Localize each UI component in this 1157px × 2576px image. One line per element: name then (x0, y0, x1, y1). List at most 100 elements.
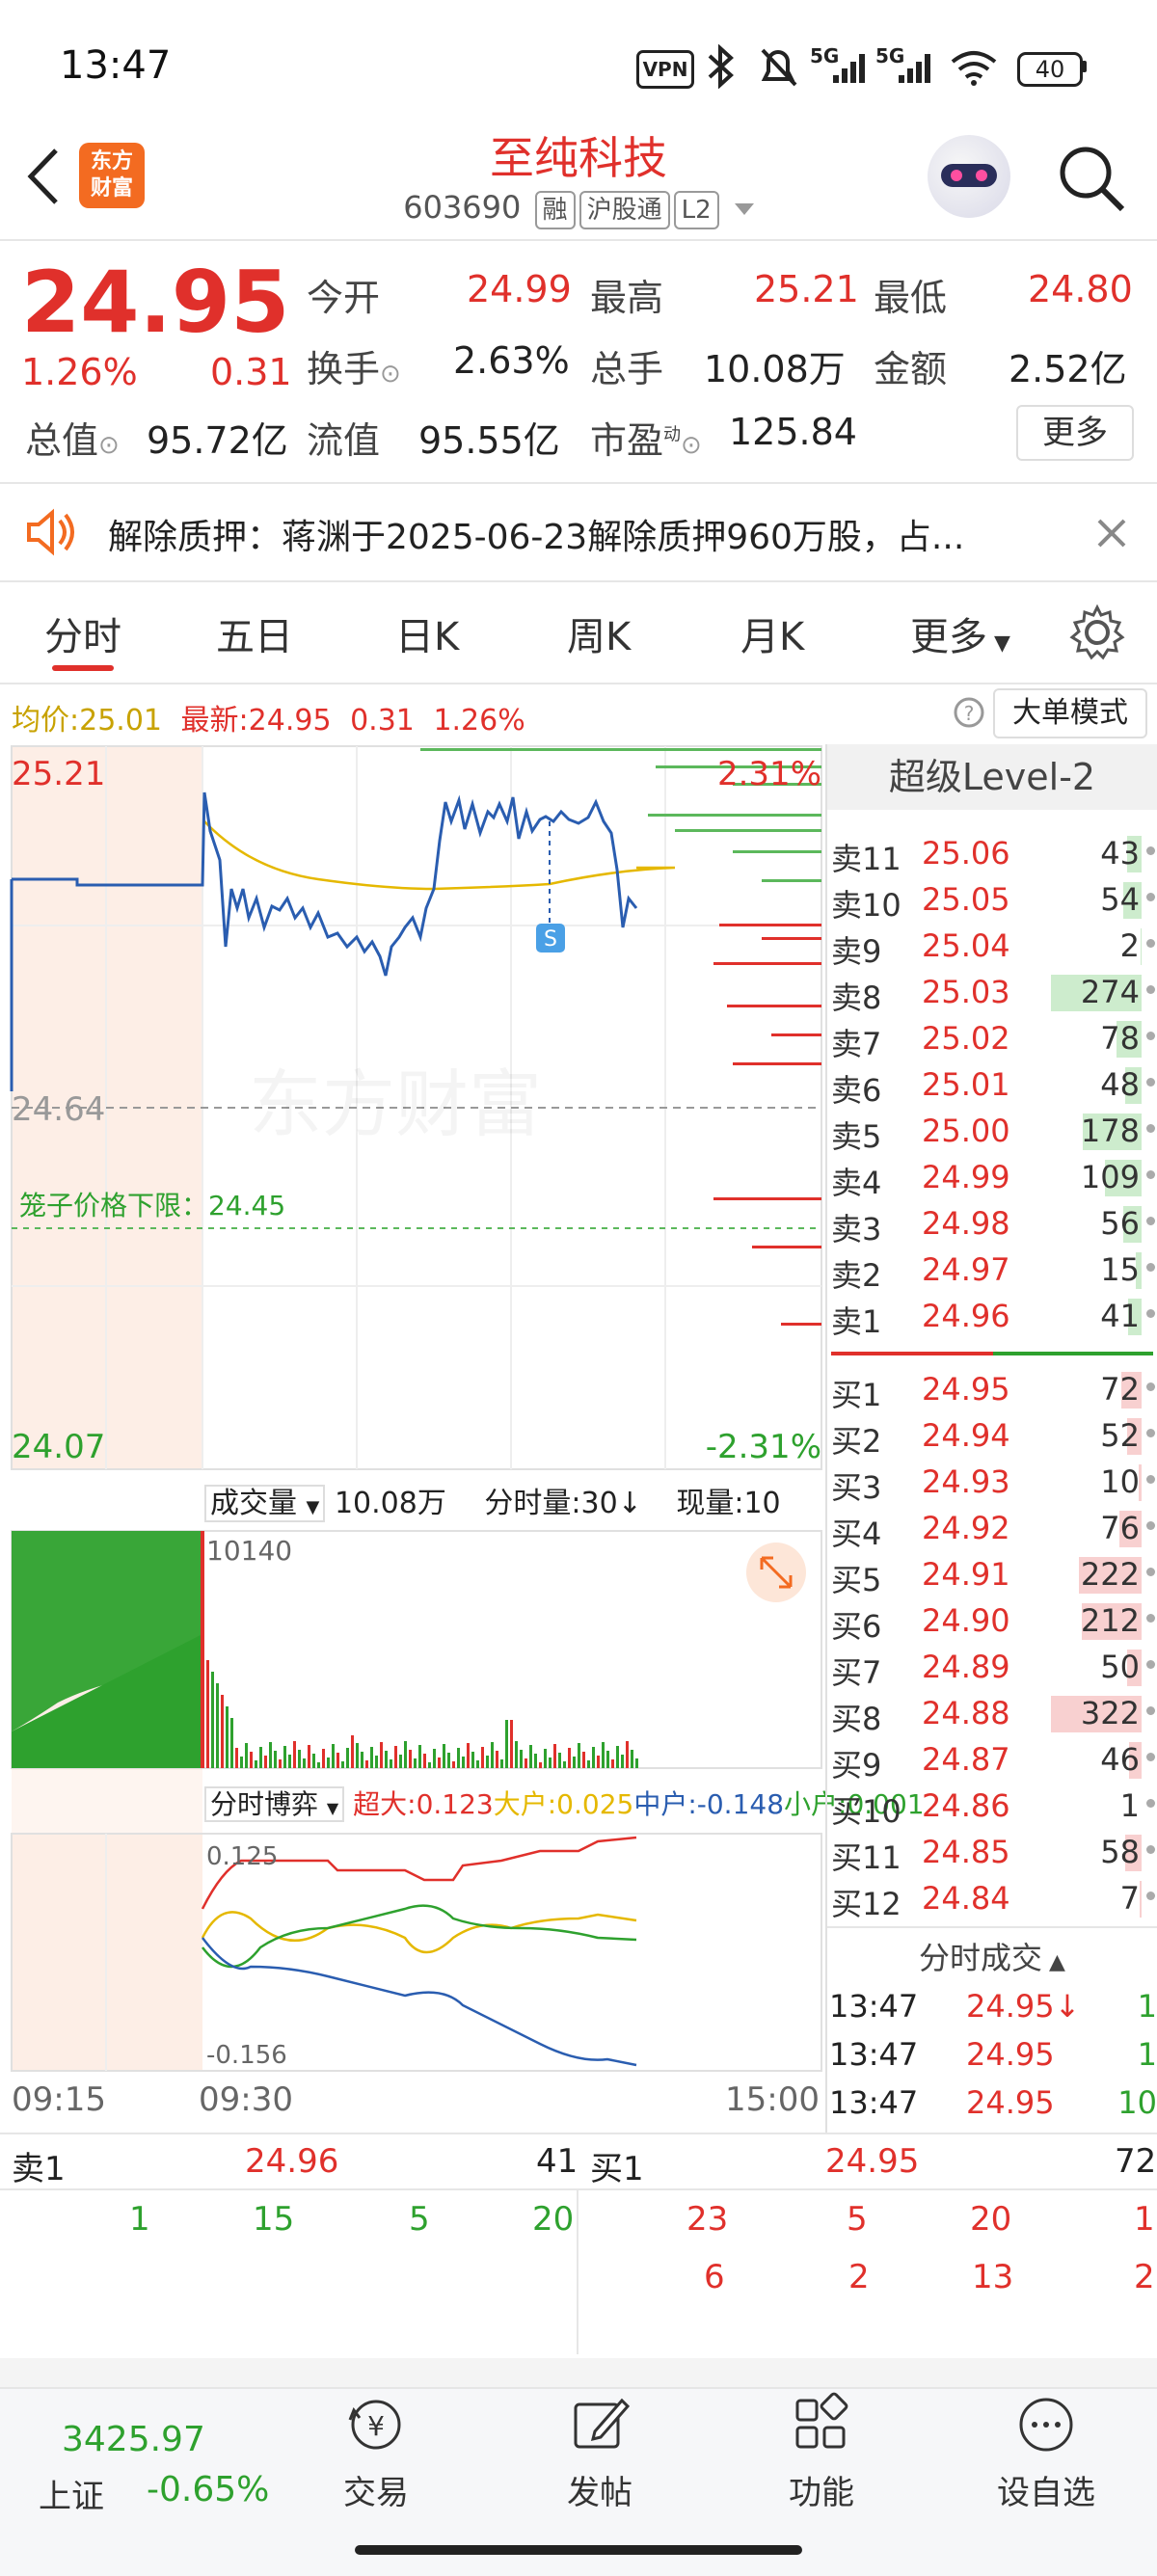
pct-top-label: 2.31% (717, 755, 821, 793)
dot-icon (1146, 985, 1155, 994)
info-icon: ⊙ (98, 431, 120, 460)
volume-bar (602, 1742, 605, 1768)
trades-title[interactable]: 分时成交 ▲ (827, 1934, 1157, 1978)
bluetooth-icon (708, 44, 734, 89)
sell-row: 卖8 25.03 274 (827, 970, 1157, 1016)
notice-bar[interactable]: 解除质押：蒋渊于2025-06-23解除质押960万股，占... (0, 484, 1157, 580)
sell-price: 25.04 (922, 927, 1010, 964)
close-icon[interactable] (1095, 517, 1128, 550)
function-button[interactable]: 功能 (773, 2391, 870, 2513)
tab-intraday[interactable]: 分时 (44, 605, 121, 661)
sell-price: 25.01 (922, 1066, 1010, 1103)
trade-button[interactable]: ¥ 交易 (328, 2391, 424, 2513)
volume-bar (563, 1761, 566, 1768)
add-watchlist-button[interactable]: 设自选 (983, 2391, 1109, 2513)
svg-text:?: ? (964, 702, 975, 725)
volume-bar (322, 1749, 325, 1768)
level2-title[interactable]: 超级Level-2 (827, 744, 1157, 810)
volume-bar (370, 1747, 373, 1768)
buy-volume: 52 (1100, 1417, 1140, 1454)
l1-sell-label: 卖1 (12, 2150, 66, 2188)
volume-dropdown[interactable]: 成交量 ▼ (204, 1485, 326, 1522)
amount-label: 金额 (874, 348, 948, 390)
volume-bar (568, 1748, 571, 1768)
dot-icon (1146, 1032, 1155, 1040)
trade-time: 13:47 (829, 2084, 919, 2121)
dot-icon (1146, 1892, 1155, 1900)
volume-bar (592, 1747, 595, 1768)
svg-text:S: S (544, 927, 557, 952)
gear-icon[interactable] (1068, 604, 1126, 661)
tab-more[interactable]: 更多 ▼ (910, 605, 1010, 661)
volume-bar (418, 1745, 421, 1768)
dot-icon (1146, 1799, 1155, 1808)
help-icon[interactable]: ? (953, 696, 985, 729)
battery-icon: 40 (1017, 52, 1083, 87)
trade-price: 24.95 (966, 2036, 1055, 2073)
dot-icon (1146, 1660, 1155, 1669)
sell-volume: 54 (1100, 881, 1140, 918)
sell-label: 卖7 (831, 1026, 882, 1062)
volume-bar (597, 1756, 600, 1768)
buy-price: 24.87 (922, 1741, 1010, 1778)
volume-bar (390, 1759, 392, 1768)
volume-bar (626, 1741, 629, 1768)
sell-volume: 48 (1100, 1066, 1140, 1103)
index-change: -0.65% (147, 2470, 270, 2509)
volume-value: 10.08万 (704, 348, 846, 390)
trade-row: 13:47 24.95 1 (827, 2032, 1157, 2079)
volume-bar (221, 1695, 224, 1768)
function-icon (795, 2392, 848, 2449)
dot-icon (1146, 1614, 1155, 1623)
sell-queue-item: 5 (409, 2200, 430, 2239)
y-bottom-label: 24.07 (12, 1428, 105, 1466)
volume-bar (496, 1751, 498, 1768)
big-order-mode-button[interactable]: 大单模式 (993, 688, 1147, 738)
turnover-value: 2.63% (453, 339, 570, 382)
tab-daily[interactable]: 日K (395, 605, 459, 661)
robot-assistant-icon[interactable] (928, 135, 1010, 218)
volume-bar (293, 1741, 296, 1768)
dot-icon (1146, 1263, 1155, 1272)
more-button[interactable]: 更多 (1016, 405, 1134, 461)
volume-bar (471, 1752, 474, 1768)
buy-row: 买5 24.91 222 (827, 1552, 1157, 1598)
sell-row: 卖2 24.97 15 (827, 1248, 1157, 1294)
buy-volume: 222 (1080, 1556, 1140, 1593)
trade-row: 13:47 24.95↓ 1 (827, 1984, 1157, 2030)
buy-label: 买11 (831, 1839, 901, 1876)
volume-bar (346, 1748, 349, 1768)
volume-bar (317, 1762, 320, 1768)
volume-bar (553, 1744, 556, 1768)
chevron-down-icon (734, 203, 754, 215)
sell-price: 24.96 (922, 1298, 1010, 1334)
volume-bar (399, 1755, 402, 1768)
index-value[interactable]: 3425.97 (62, 2420, 205, 2459)
trade-volume: 10 (1117, 2084, 1157, 2121)
volume-bar (573, 1757, 576, 1768)
flow-dropdown[interactable]: 分时博弈 ▼ (204, 1786, 345, 1822)
amount-value: 2.52亿 (1009, 348, 1127, 390)
sell-label: 卖11 (831, 841, 901, 877)
tab-monthly[interactable]: 月K (740, 605, 804, 661)
volume-bar (274, 1751, 277, 1768)
open-value: 24.99 (467, 268, 572, 310)
dot-icon (1146, 1429, 1155, 1437)
turnover-label: 换手⊙ (307, 348, 401, 390)
sell-queue-item: 15 (253, 2200, 295, 2239)
search-icon[interactable] (1053, 140, 1130, 217)
buy-row: 买1 24.95 72 (827, 1367, 1157, 1413)
tab-five-day[interactable]: 五日 (216, 605, 293, 661)
buy-price: 24.89 (922, 1649, 1010, 1685)
buy-queue-item: 13 (972, 2258, 1014, 2296)
volume-bar (332, 1744, 335, 1768)
post-button[interactable]: 发帖 (552, 2391, 648, 2513)
sell-price: 25.05 (922, 881, 1010, 918)
dot-icon (1146, 1753, 1155, 1761)
volume-bar (438, 1758, 441, 1768)
tab-weekly[interactable]: 周K (567, 605, 631, 661)
buy-queue-item: 6 (704, 2258, 725, 2296)
volume-bar (206, 1660, 209, 1768)
l1-sell-price: 24.96 (245, 2142, 339, 2181)
buy-row: 买10 24.86 1 (827, 1784, 1157, 1830)
